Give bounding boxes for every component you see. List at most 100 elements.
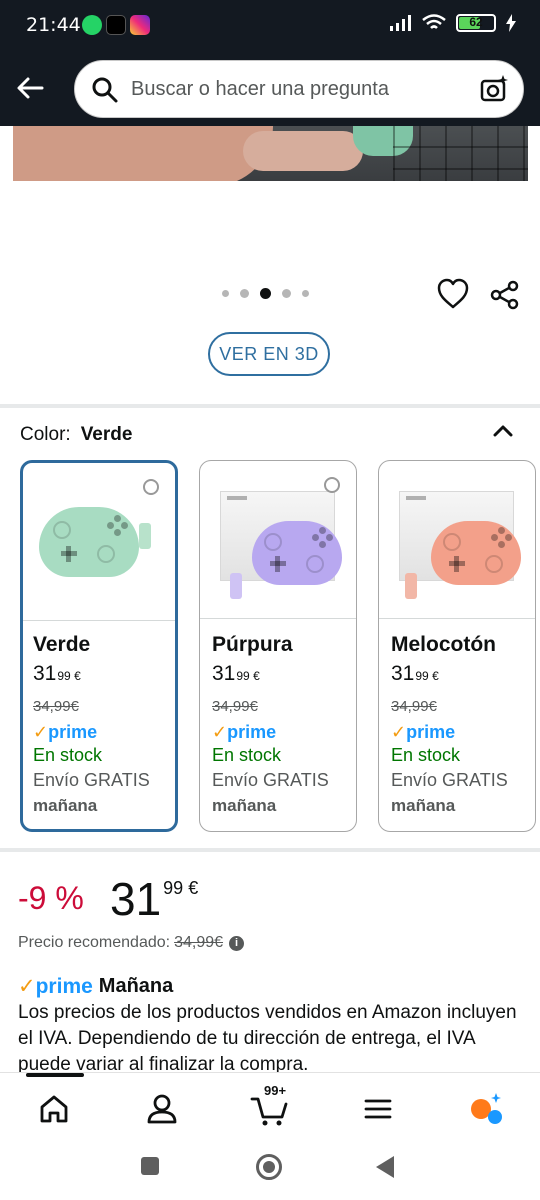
camera-search-icon[interactable]	[479, 74, 509, 104]
prime-badge: ✓ prime	[212, 721, 350, 743]
info-icon[interactable]: i	[229, 935, 245, 951]
variant-stock: En stock	[33, 745, 103, 765]
price-cents: 99 €	[163, 878, 199, 898]
variant-shipping: Envío GRATIS	[391, 770, 508, 790]
dongle-graphic	[230, 573, 242, 599]
carousel-dot-active[interactable]	[260, 288, 271, 299]
color-selector-header: Color: Verde	[20, 424, 132, 446]
instagram-icon	[130, 15, 150, 35]
back-arrow-icon[interactable]	[14, 72, 46, 104]
brand-logo	[324, 477, 340, 493]
price-cents: 99	[415, 669, 429, 683]
variant-delivery: mañana	[391, 796, 456, 815]
recommended-price-label: Precio recomendado:	[18, 934, 171, 951]
prime-check-icon: ✓	[18, 975, 36, 998]
variant-info: Melocotón 3199 € 34,99€ ✓ prime En stock …	[391, 631, 529, 819]
price-currency: €	[74, 669, 81, 683]
controller-graphic	[39, 507, 139, 577]
chevron-up-icon[interactable]	[490, 418, 516, 444]
rufus-assistant-icon[interactable]	[466, 1089, 506, 1129]
carousel-dot[interactable]	[222, 290, 229, 297]
keyboard-graphic	[393, 126, 528, 181]
price-whole: 31	[110, 873, 162, 925]
color-selected-value: Verde	[80, 424, 133, 445]
variant-card-melocoton[interactable]: Melocotón 3199 € 34,99€ ✓ prime En stock …	[378, 460, 536, 832]
search-placeholder: Buscar o hacer una pregunta	[131, 78, 389, 100]
price-whole: 31	[391, 662, 415, 685]
system-navigation-bar	[0, 1136, 540, 1200]
cart-count: 99+	[264, 1083, 287, 1098]
status-time: 21:44	[26, 14, 81, 36]
wifi-icon	[422, 14, 446, 29]
view-3d-button[interactable]: VER EN 3D	[208, 332, 330, 376]
variant-image	[200, 461, 356, 619]
price-whole: 31	[212, 662, 236, 685]
nav-active-indicator	[26, 1073, 84, 1077]
variant-stock: En stock	[212, 745, 282, 765]
carousel-dot[interactable]	[240, 289, 249, 298]
prime-check-icon: ✓	[391, 722, 407, 742]
prime-check-icon: ✓	[212, 722, 228, 742]
hand-graphic	[13, 126, 273, 181]
bottom-navigation: 99+	[0, 1072, 540, 1136]
price-currency: €	[253, 669, 260, 683]
recommended-price: Precio recomendado: 34,99€ i	[18, 934, 245, 952]
prime-word: prime	[227, 722, 277, 742]
section-divider	[0, 848, 540, 852]
carousel-dots	[222, 288, 309, 299]
variant-delivery: mañana	[33, 796, 98, 815]
variant-card-verde[interactable]: Verde 3199 € 34,99€ ✓ prime En stock Enví…	[20, 460, 178, 832]
recommended-price-value: 34,99€	[174, 934, 224, 951]
cart-button[interactable]: 99+	[250, 1083, 300, 1129]
signal-icon	[390, 15, 411, 31]
search-input[interactable]: Buscar o hacer una pregunta	[74, 60, 524, 118]
account-icon[interactable]	[142, 1089, 182, 1129]
prime-word: prime	[406, 722, 456, 742]
recent-apps-button[interactable]	[141, 1157, 159, 1175]
battery-icon: 62	[456, 14, 496, 32]
search-header: Buscar o hacer una pregunta	[0, 52, 540, 126]
variant-stock: En stock	[391, 745, 461, 765]
prime-check-icon: ✓	[33, 722, 49, 742]
thumb-graphic	[243, 131, 363, 171]
tiktok-icon	[106, 15, 126, 35]
variant-image	[379, 461, 535, 619]
variant-image	[23, 463, 175, 621]
current-price: 31 99 €	[110, 872, 198, 926]
menu-icon[interactable]	[358, 1089, 398, 1129]
system-back-button[interactable]	[376, 1156, 394, 1178]
variant-card-purpura[interactable]: Púrpura 3199 € 34,99€ ✓ prime En stock En…	[199, 460, 357, 832]
home-icon[interactable]	[34, 1089, 74, 1129]
carousel-dot[interactable]	[282, 289, 291, 298]
price-currency: €	[432, 669, 439, 683]
variant-old-price: 34,99€	[391, 698, 437, 715]
variant-old-price: 34,99€	[33, 698, 79, 715]
variant-name: Púrpura	[212, 633, 293, 656]
brand-logo	[143, 479, 159, 495]
section-divider	[0, 404, 540, 408]
status-bar: 21:44 62	[0, 0, 540, 52]
controller-graphic	[431, 521, 521, 585]
carousel-dot[interactable]	[302, 290, 309, 297]
price-whole: 31	[33, 662, 57, 685]
controller-graphic	[252, 521, 342, 585]
variant-name: Melocotón	[391, 633, 496, 656]
whatsapp-icon	[82, 15, 102, 35]
prime-word: prime	[35, 974, 93, 998]
share-icon[interactable]	[490, 280, 520, 310]
delivery-day: Mañana	[98, 975, 174, 997]
search-icon	[92, 77, 118, 103]
heart-icon[interactable]	[436, 278, 470, 310]
price-cents: 99	[57, 669, 71, 683]
variant-price: 3199 €	[33, 659, 169, 689]
charging-icon	[506, 14, 516, 32]
variant-delivery: mañana	[212, 796, 277, 815]
product-image[interactable]	[13, 126, 528, 181]
prime-badge: ✓ prime	[391, 721, 529, 743]
variant-price: 3199 €	[391, 659, 529, 689]
system-home-button[interactable]	[256, 1154, 282, 1180]
variant-shipping: Envío GRATIS	[33, 770, 150, 790]
variant-info: Púrpura 3199 € 34,99€ ✓ prime En stock En…	[212, 631, 350, 819]
variant-info: Verde 3199 € 34,99€ ✓ prime En stock Enví…	[33, 631, 169, 819]
vat-notice: Los precios de los productos vendidos en…	[18, 1002, 517, 1072]
